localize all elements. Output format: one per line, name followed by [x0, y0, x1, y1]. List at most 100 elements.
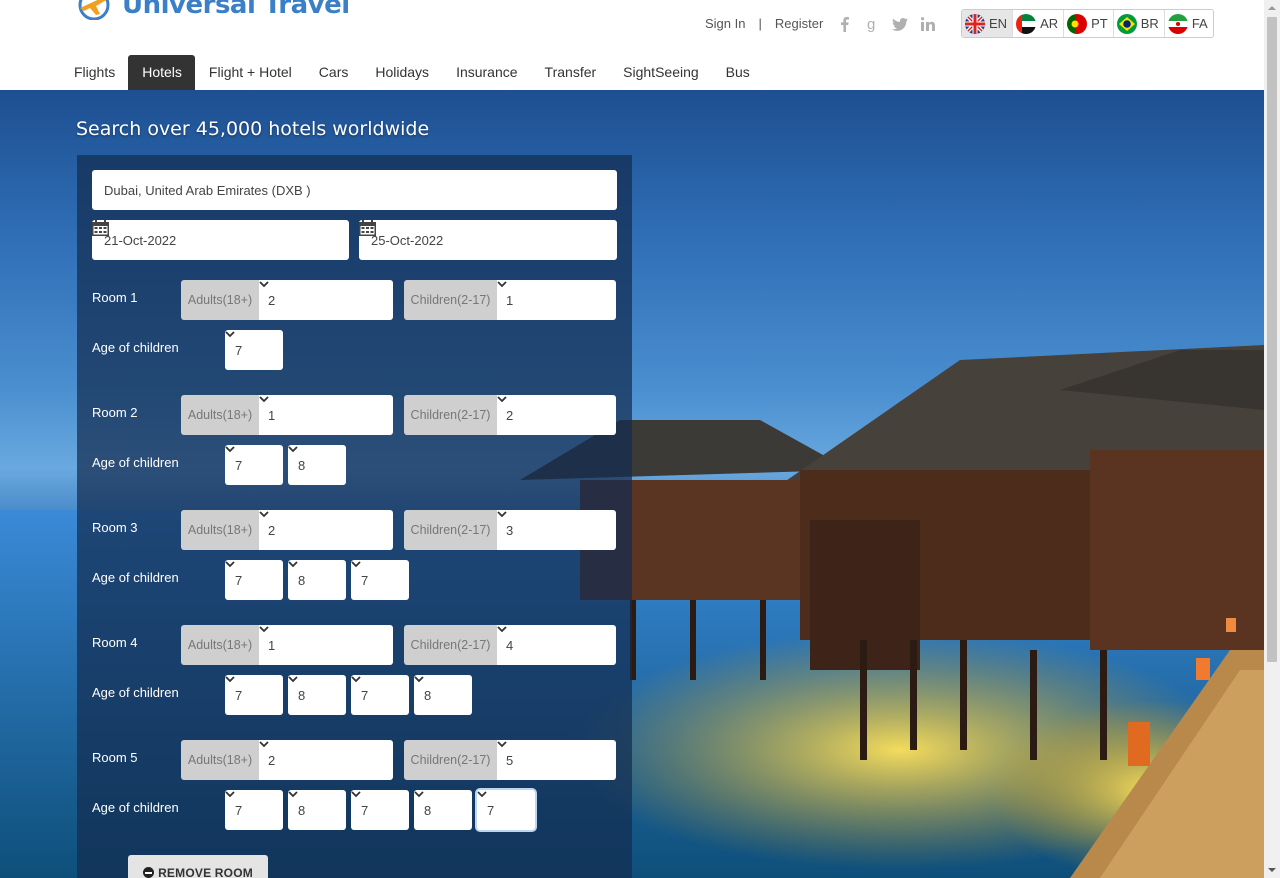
- child-age-select[interactable]: 7: [477, 790, 535, 830]
- lang-label: BR: [1140, 16, 1159, 31]
- chevron-down-icon: [477, 791, 487, 798]
- tab-transfer[interactable]: Transfer: [531, 55, 610, 90]
- tab-hotels[interactable]: Hotels: [128, 55, 195, 90]
- checkin-date-input[interactable]: 21-Oct-2022: [92, 220, 349, 260]
- lang-br[interactable]: BR: [1114, 10, 1165, 37]
- auth-links: Sign In | Register: [705, 16, 823, 31]
- child-age-select[interactable]: 8: [288, 790, 346, 830]
- register-link[interactable]: Register: [775, 16, 823, 31]
- adults-select[interactable]: 1: [259, 625, 393, 665]
- adults-select[interactable]: 2: [259, 740, 393, 780]
- adults-select-group: Adults(18+) 1: [181, 395, 393, 435]
- chevron-down-icon: [225, 446, 235, 453]
- children-addon: Children(2-17): [404, 740, 497, 780]
- child-age-value: 7: [235, 687, 243, 703]
- chevron-down-icon: [288, 446, 298, 453]
- adults-select[interactable]: 1: [259, 395, 393, 435]
- logo[interactable]: Universal Travel: [76, 0, 350, 22]
- lang-pt[interactable]: PT: [1064, 10, 1114, 37]
- linkedin-icon[interactable]: [920, 16, 936, 32]
- children-select[interactable]: 2: [497, 395, 616, 435]
- adults-addon: Adults(18+): [181, 395, 259, 435]
- children-select-group: Children(2-17) 2: [404, 395, 616, 435]
- plane-logo-icon: [78, 0, 110, 20]
- adults-addon: Adults(18+): [181, 625, 259, 665]
- calendar-icon[interactable]: [359, 220, 376, 236]
- lang-ar[interactable]: AR: [1013, 10, 1065, 37]
- room-label: Room 3: [92, 520, 138, 535]
- children-addon: Children(2-17): [404, 395, 497, 435]
- child-age-select[interactable]: 7: [351, 790, 409, 830]
- adults-addon: Adults(18+): [181, 510, 259, 550]
- social-links: g: [836, 16, 936, 32]
- chevron-down-icon: [288, 676, 298, 683]
- child-age-select[interactable]: 8: [288, 445, 346, 485]
- tab-bus[interactable]: Bus: [712, 55, 763, 90]
- child-age-value: 7: [235, 572, 243, 588]
- chevron-down-icon: [497, 741, 507, 748]
- child-age-value: 8: [424, 687, 432, 703]
- adults-value: 1: [268, 407, 276, 423]
- chevron-down-icon: [351, 676, 361, 683]
- twitter-icon[interactable]: [892, 16, 908, 32]
- tab-insurance[interactable]: Insurance: [442, 55, 530, 90]
- checkin-value: 21-Oct-2022: [104, 232, 177, 248]
- facebook-icon[interactable]: [836, 16, 852, 32]
- hero-banner: Search over 45,000 hotels worldwide Duba…: [0, 90, 1264, 878]
- calendar-icon[interactable]: [92, 220, 109, 236]
- lang-label: AR: [1040, 16, 1059, 31]
- checkout-date-input[interactable]: 25-Oct-2022: [359, 220, 617, 260]
- language-switcher: EN AR PT BR FA: [961, 9, 1214, 38]
- child-age-select[interactable]: 8: [288, 560, 346, 600]
- children-value: 2: [506, 407, 514, 423]
- child-age-select[interactable]: 7: [351, 675, 409, 715]
- children-value: 5: [506, 752, 514, 768]
- tab-holidays[interactable]: Holidays: [361, 55, 442, 90]
- room-label: Room 5: [92, 750, 138, 765]
- chevron-down-icon: [225, 561, 235, 568]
- adults-select-group: Adults(18+) 2: [181, 740, 393, 780]
- chevron-down-icon: [497, 626, 507, 633]
- tab-flight-hotel[interactable]: Flight + Hotel: [195, 55, 305, 90]
- scrollbar-thumb[interactable]: [1267, 17, 1277, 662]
- lang-fa[interactable]: FA: [1165, 10, 1213, 37]
- sign-in-link[interactable]: Sign In: [705, 16, 745, 31]
- tab-flights[interactable]: Flights: [60, 55, 128, 90]
- child-age-value: 8: [298, 802, 306, 818]
- chevron-down-icon: [225, 331, 235, 338]
- room-label: Room 2: [92, 405, 138, 420]
- children-select[interactable]: 1: [497, 280, 616, 320]
- page-scrollbar[interactable]: [1264, 0, 1280, 878]
- scroll-up-arrow-icon[interactable]: [1268, 4, 1276, 12]
- google-icon[interactable]: g: [864, 16, 880, 32]
- adults-addon: Adults(18+): [181, 280, 259, 320]
- child-age-select[interactable]: 8: [414, 790, 472, 830]
- child-age-select[interactable]: 7: [225, 560, 283, 600]
- iran-flag-icon: [1167, 13, 1188, 34]
- child-age-select[interactable]: 7: [225, 675, 283, 715]
- child-age-select[interactable]: 8: [288, 675, 346, 715]
- children-select[interactable]: 5: [497, 740, 616, 780]
- adults-value: 1: [268, 637, 276, 653]
- adults-select[interactable]: 2: [259, 510, 393, 550]
- child-age-select[interactable]: 7: [225, 445, 283, 485]
- chevron-down-icon: [497, 511, 507, 518]
- hotel-search-form: Dubai, United Arab Emirates (DXB ) 21-Oc…: [77, 155, 632, 878]
- tab-cars[interactable]: Cars: [305, 55, 362, 90]
- scroll-down-arrow-icon[interactable]: [1268, 866, 1276, 874]
- child-age-select[interactable]: 7: [225, 330, 283, 370]
- adults-select[interactable]: 2: [259, 280, 393, 320]
- remove-room-button[interactable]: REMOVE ROOM: [128, 855, 268, 878]
- adults-value: 2: [268, 292, 276, 308]
- child-age-select[interactable]: 7: [351, 560, 409, 600]
- lang-en[interactable]: EN: [962, 10, 1014, 37]
- child-age-select[interactable]: 7: [225, 790, 283, 830]
- adults-select-group: Adults(18+) 2: [181, 510, 393, 550]
- child-age-select[interactable]: 8: [414, 675, 472, 715]
- children-select[interactable]: 3: [497, 510, 616, 550]
- children-select[interactable]: 4: [497, 625, 616, 665]
- tab-sightseeing[interactable]: SightSeeing: [609, 55, 712, 90]
- adults-value: 2: [268, 522, 276, 538]
- destination-input[interactable]: Dubai, United Arab Emirates (DXB ): [92, 170, 617, 210]
- age-of-children-label: Age of children: [92, 800, 179, 815]
